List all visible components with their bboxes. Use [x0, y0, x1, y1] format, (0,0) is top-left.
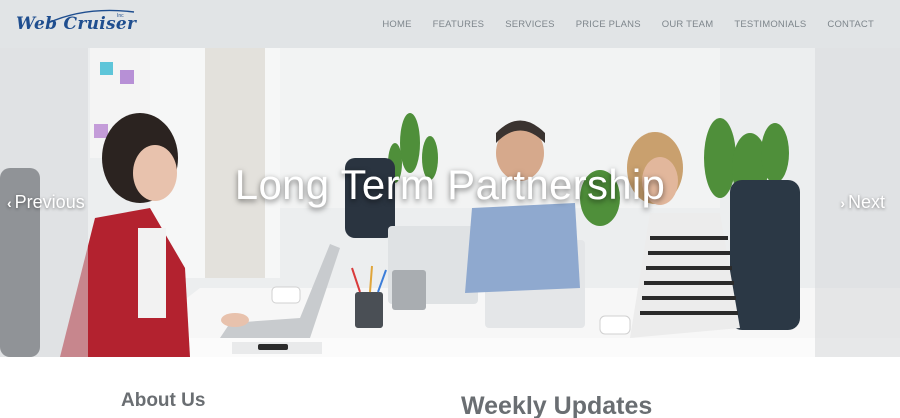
next-label: Next: [847, 192, 885, 212]
nav-contact[interactable]: CONTACT: [827, 19, 874, 30]
nav-home[interactable]: HOME: [382, 19, 411, 30]
nav-testimonials[interactable]: TESTIMONIALS: [734, 19, 806, 30]
carousel-previous-button[interactable]: ‹ Previous: [4, 192, 85, 213]
hero-title: Long Term Partnership: [234, 161, 666, 208]
hero-carousel: Long Term Partnership ‹ Previous › Next: [0, 48, 900, 357]
nav-our-team[interactable]: OUR TEAM: [662, 19, 714, 30]
about-us-heading: About Us: [121, 390, 206, 411]
main-nav: HOME FEATURES SERVICES PRICE PLANS OUR T…: [361, 0, 874, 48]
nav-price-plans[interactable]: PRICE PLANS: [576, 19, 641, 30]
logo-mark: Inc: [117, 13, 124, 19]
chevron-right-icon: ›: [840, 194, 845, 211]
carousel-next-button[interactable]: › Next: [837, 192, 885, 213]
previous-label: Previous: [14, 192, 85, 212]
chevron-left-icon: ‹: [7, 194, 12, 211]
weekly-updates-heading: Weekly Updates: [461, 392, 653, 418]
site-header: Web Cruiser Inc HOME FEATURES SERVICES P…: [0, 0, 900, 48]
nav-features[interactable]: FEATURES: [433, 19, 485, 30]
nav-services[interactable]: SERVICES: [505, 19, 554, 30]
